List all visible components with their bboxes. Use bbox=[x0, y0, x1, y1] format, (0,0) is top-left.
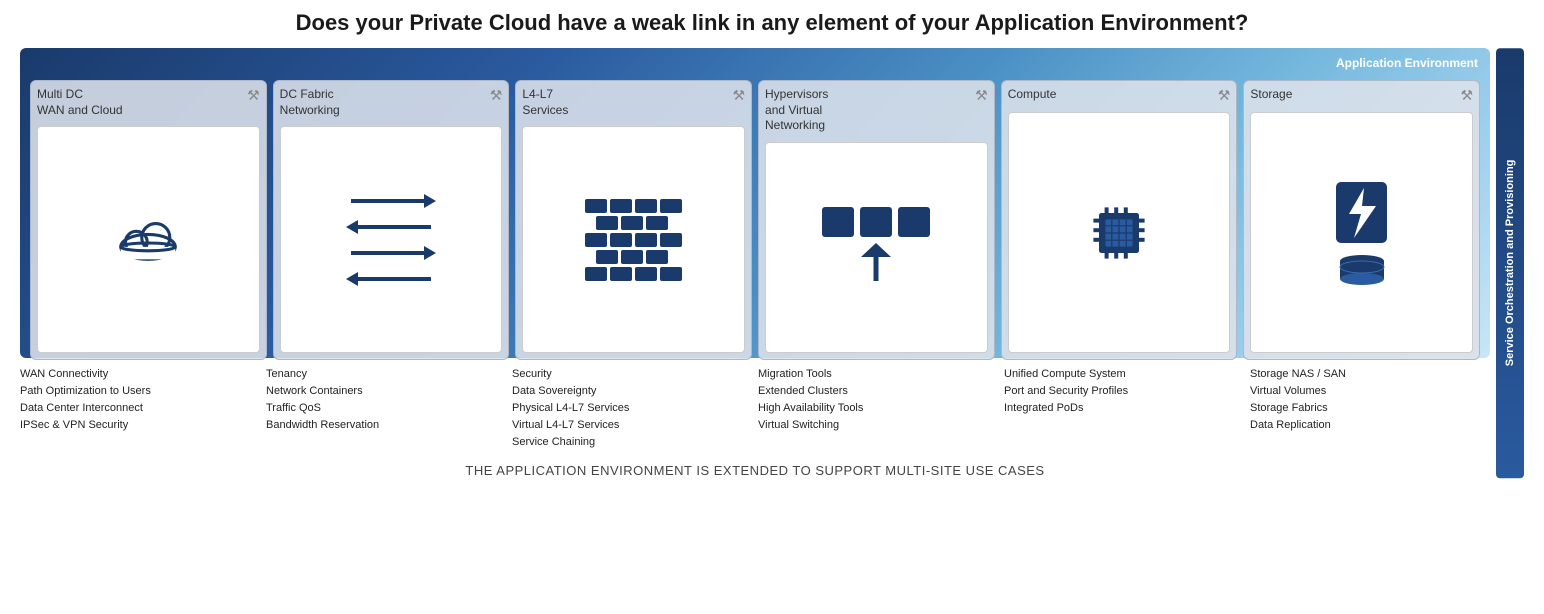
card-icon-compute bbox=[1008, 112, 1231, 353]
text-data-sovereignty: Data Sovereignty bbox=[512, 383, 752, 400]
storage-area bbox=[1334, 180, 1389, 285]
arrow-left-2 bbox=[346, 270, 436, 288]
text-nas-san: Storage NAS / SAN bbox=[1250, 366, 1490, 383]
vm-arrow-up bbox=[861, 243, 891, 288]
card-multi-dc: Multi DCWAN and Cloud ⚒ bbox=[30, 80, 267, 360]
cloud-svg bbox=[113, 212, 183, 267]
db-svg bbox=[1337, 255, 1387, 285]
chip-svg bbox=[1079, 193, 1159, 273]
card-icon-storage bbox=[1250, 112, 1473, 353]
card-dc-fabric: DC FabricNetworking ⚒ bbox=[273, 80, 510, 360]
bricks-area bbox=[585, 199, 682, 281]
text-path: Path Optimization to Users bbox=[20, 383, 260, 400]
vm-area bbox=[822, 207, 930, 288]
text-section-dc-fabric: Tenancy Network Containers Traffic QoS B… bbox=[266, 366, 506, 451]
card-title-compute: Compute bbox=[1008, 87, 1057, 103]
wrench-icon-l4-l7: ⚒ bbox=[732, 87, 745, 104]
vm-box-1 bbox=[822, 207, 854, 237]
text-section-multi-dc: WAN Connectivity Path Optimization to Us… bbox=[20, 366, 260, 451]
card-compute: Compute ⚒ bbox=[1001, 80, 1238, 360]
footer-text: THE APPLICATION ENVIRONMENT IS EXTENDED … bbox=[20, 463, 1490, 478]
card-icon-l4-l7 bbox=[522, 126, 745, 353]
card-header-compute: Compute ⚒ bbox=[1008, 87, 1231, 104]
text-section-storage: Storage NAS / SAN Virtual Volumes Storag… bbox=[1250, 366, 1490, 451]
text-pods: Integrated PoDs bbox=[1004, 400, 1244, 417]
card-storage: Storage ⚒ bbox=[1243, 80, 1480, 360]
text-migration-tools: Migration Tools bbox=[758, 366, 998, 383]
text-section-hypervisors: Migration Tools Extended Clusters High A… bbox=[758, 366, 998, 451]
cards-row: Multi DCWAN and Cloud ⚒ bbox=[30, 80, 1480, 360]
card-header-hypervisors: Hypervisorsand VirtualNetworking ⚒ bbox=[765, 87, 988, 134]
text-tenancy: Tenancy bbox=[266, 366, 506, 383]
card-header-storage: Storage ⚒ bbox=[1250, 87, 1473, 104]
content-area: Application Environment Multi DCWAN and … bbox=[20, 48, 1524, 478]
text-ipsec: IPSec & VPN Security bbox=[20, 417, 260, 434]
text-storage-fabrics: Storage Fabrics bbox=[1250, 400, 1490, 417]
text-virtual-volumes: Virtual Volumes bbox=[1250, 383, 1490, 400]
text-physical-l4l7: Physical L4-L7 Services bbox=[512, 400, 752, 417]
banner: Application Environment Multi DCWAN and … bbox=[20, 48, 1490, 358]
side-label: Service Orchestration and Provisioning bbox=[1496, 48, 1524, 478]
card-icon-hypervisors bbox=[765, 142, 988, 353]
card-icon-dc-fabric bbox=[280, 126, 503, 353]
text-ha-tools: High Availability Tools bbox=[758, 400, 998, 417]
diagram-panel: Application Environment Multi DCWAN and … bbox=[20, 48, 1490, 478]
wrench-icon-multi-dc: ⚒ bbox=[247, 87, 260, 104]
text-port-security: Port and Security Profiles bbox=[1004, 383, 1244, 400]
text-network-containers: Network Containers bbox=[266, 383, 506, 400]
text-security: Security bbox=[512, 366, 752, 383]
wrench-icon-dc-fabric: ⚒ bbox=[490, 87, 503, 104]
main-title: Does your Private Cloud have a weak link… bbox=[20, 10, 1524, 36]
text-wan: WAN Connectivity bbox=[20, 366, 260, 383]
vm-box-2 bbox=[860, 207, 892, 237]
text-dci: Data Center Interconnect bbox=[20, 400, 260, 417]
arrow-right-1 bbox=[346, 192, 436, 210]
card-title-hypervisors: Hypervisorsand VirtualNetworking bbox=[765, 87, 828, 134]
card-header-dc-fabric: DC FabricNetworking ⚒ bbox=[280, 87, 503, 118]
card-hypervisors: Hypervisorsand VirtualNetworking ⚒ bbox=[758, 80, 995, 360]
card-title-l4-l7: L4-L7Services bbox=[522, 87, 568, 118]
text-virtual-switching: Virtual Switching bbox=[758, 417, 998, 434]
text-virtual-l4l7: Virtual L4-L7 Services bbox=[512, 417, 752, 434]
vm-boxes-row bbox=[822, 207, 930, 237]
lightning-svg bbox=[1334, 180, 1389, 245]
arrows-area bbox=[346, 192, 436, 288]
wrench-icon-compute: ⚒ bbox=[1218, 87, 1231, 104]
text-traffic-qos: Traffic QoS bbox=[266, 400, 506, 417]
card-header-multi-dc: Multi DCWAN and Cloud ⚒ bbox=[37, 87, 260, 118]
card-title-dc-fabric: DC FabricNetworking bbox=[280, 87, 340, 118]
text-service-chaining: Service Chaining bbox=[512, 434, 752, 451]
text-bandwidth: Bandwidth Reservation bbox=[266, 417, 506, 434]
card-title-storage: Storage bbox=[1250, 87, 1292, 103]
app-env-label: Application Environment bbox=[1336, 56, 1478, 70]
text-extended-clusters: Extended Clusters bbox=[758, 383, 998, 400]
page-container: Does your Private Cloud have a weak link… bbox=[0, 0, 1544, 488]
card-header-l4-l7: L4-L7Services ⚒ bbox=[522, 87, 745, 118]
wrench-icon-storage: ⚒ bbox=[1460, 87, 1473, 104]
text-ucs: Unified Compute System bbox=[1004, 366, 1244, 383]
text-section-l4-l7: Security Data Sovereignty Physical L4-L7… bbox=[512, 366, 752, 451]
wrench-icon-hypervisors: ⚒ bbox=[975, 87, 988, 104]
card-icon-multi-dc bbox=[37, 126, 260, 353]
card-l4-l7: L4-L7Services ⚒ bbox=[515, 80, 752, 360]
text-section-compute: Unified Compute System Port and Security… bbox=[1004, 366, 1244, 451]
card-title-multi-dc: Multi DCWAN and Cloud bbox=[37, 87, 123, 118]
vm-box-3 bbox=[898, 207, 930, 237]
text-data-replication: Data Replication bbox=[1250, 417, 1490, 434]
text-sections: WAN Connectivity Path Optimization to Us… bbox=[20, 366, 1490, 451]
arrow-right-2 bbox=[346, 244, 436, 262]
arrow-left-1 bbox=[346, 218, 436, 236]
